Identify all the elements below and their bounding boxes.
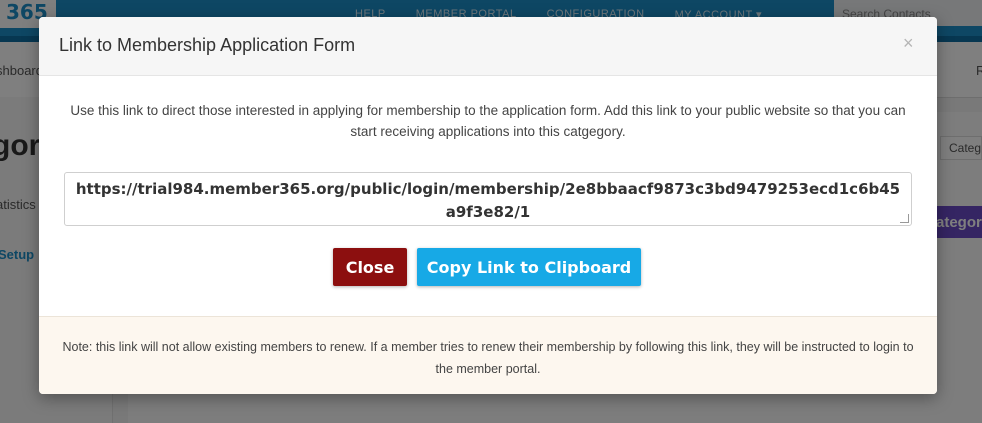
note-text: Note: this link will not allow existing … [62,340,914,376]
modal-title: Link to Membership Application Form [59,35,356,55]
modal-footer: Note: this link will not allow existing … [39,316,937,394]
modal-header: Link to Membership Application Form × [39,17,937,76]
membership-link-modal: Link to Membership Application Form × Us… [39,17,937,394]
copy-link-button[interactable]: Copy Link to Clipboard [417,248,641,286]
modal-body: Use this link to direct those interested… [39,76,937,316]
resize-handle-icon[interactable] [900,214,909,223]
close-icon[interactable]: × [903,33,914,54]
url-text: https://trial984.member365.org/public/lo… [75,180,901,221]
intro-text: Use this link to direct those interested… [70,103,906,139]
close-button[interactable]: Close [333,248,407,286]
url-textarea[interactable]: https://trial984.member365.org/public/lo… [64,172,912,226]
